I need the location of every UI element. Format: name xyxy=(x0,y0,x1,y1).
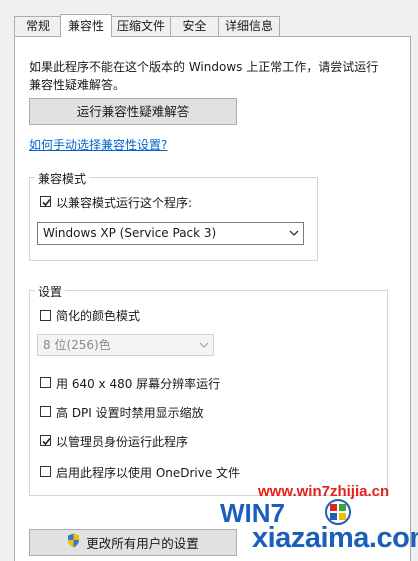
watermark-brand: xiazaima.com xyxy=(252,522,418,554)
reduced-color-label: 简化的颜色模式 xyxy=(56,309,141,323)
chevron-down-icon xyxy=(199,335,209,361)
run-as-admin-label: 以管理员身份运行此程序 xyxy=(56,435,189,449)
chevron-down-icon xyxy=(289,223,299,251)
reduced-color-checkbox[interactable] xyxy=(40,310,51,321)
compat-mode-label: 以兼容模式运行这个程序: xyxy=(56,196,193,210)
check-icon xyxy=(42,437,51,446)
change-all-users-label: 更改所有用户的设置 xyxy=(86,536,199,551)
high-dpi-label: 高 DPI 设置时禁用显示缩放 xyxy=(56,406,204,420)
compat-mode-group xyxy=(29,177,318,261)
check-icon xyxy=(42,198,51,207)
compat-mode-checkbox[interactable] xyxy=(40,196,51,207)
compat-mode-legend: 兼容模式 xyxy=(35,170,90,187)
settings-legend: 设置 xyxy=(35,283,66,300)
res-640-checkbox[interactable] xyxy=(40,377,51,388)
compat-os-value: Windows XP (Service Pack 3) xyxy=(43,226,217,240)
run-troubleshooter-button[interactable]: 运行兼容性疑难解答 xyxy=(29,98,237,125)
tab-compatibility[interactable]: 兼容性 xyxy=(60,14,112,37)
tab-archive[interactable]: 压缩文件 xyxy=(111,16,171,36)
shield-icon xyxy=(67,531,80,556)
compat-os-select[interactable]: Windows XP (Service Pack 3) xyxy=(37,222,304,245)
change-all-users-button[interactable]: 更改所有用户的设置 xyxy=(29,529,237,556)
high-dpi-checkbox[interactable] xyxy=(40,406,51,417)
tab-security[interactable]: 安全 xyxy=(170,16,219,36)
color-depth-select: 8 位(256)色 xyxy=(37,334,214,356)
intro-text: 如果此程序不能在这个版本的 Windows 上正常工作，请尝试运行兼容性疑难解答… xyxy=(29,60,379,92)
res-640-label: 用 640 x 480 屏幕分辨率运行 xyxy=(56,377,221,391)
manual-settings-link[interactable]: 如何手动选择兼容性设置? xyxy=(29,136,167,153)
onedrive-checkbox[interactable] xyxy=(40,466,51,477)
tab-general[interactable]: 常规 xyxy=(14,16,62,36)
run-as-admin-checkbox[interactable] xyxy=(40,435,51,446)
tab-details[interactable]: 详细信息 xyxy=(218,16,280,36)
onedrive-label: 启用此程序以使用 OneDrive 文件 xyxy=(56,466,241,480)
color-depth-value: 8 位(256)色 xyxy=(43,338,111,352)
